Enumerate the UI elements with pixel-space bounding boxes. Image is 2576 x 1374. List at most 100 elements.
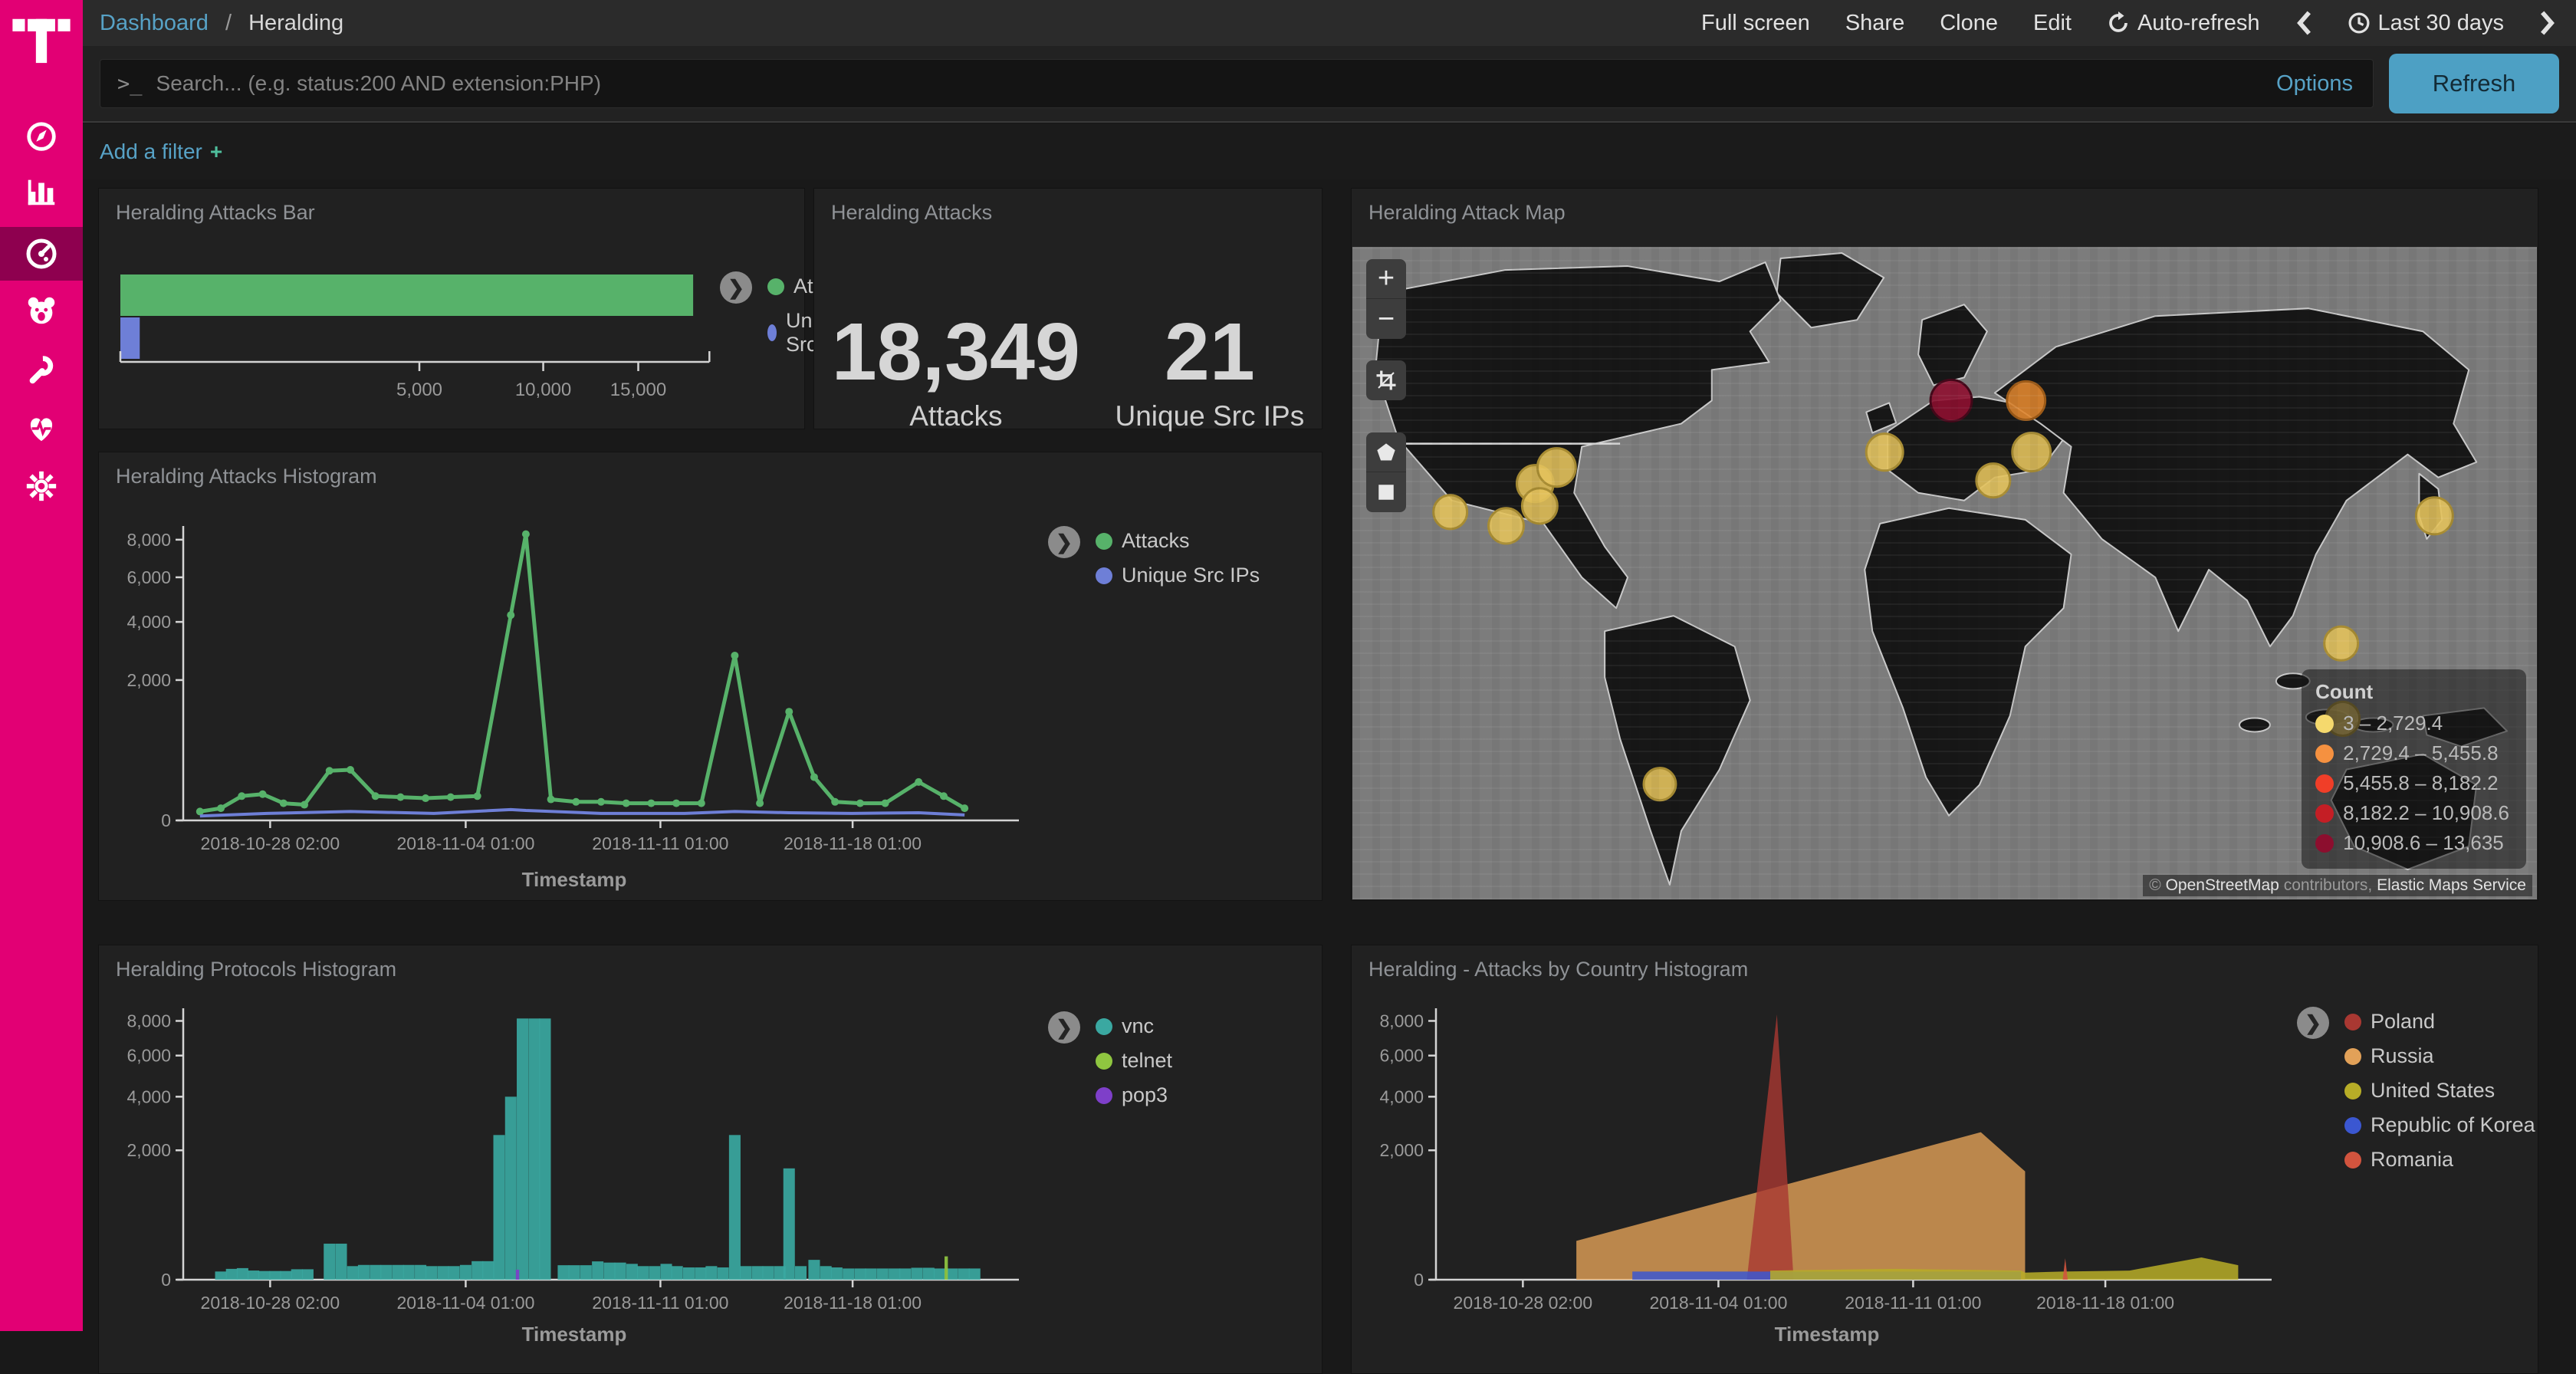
legend-item[interactable]: telnet — [1096, 1049, 1172, 1073]
svg-text:2018-10-28 02:00: 2018-10-28 02:00 — [201, 1293, 340, 1313]
clone-button[interactable]: Clone — [1940, 11, 1998, 36]
legend-color-dot — [1096, 567, 1112, 584]
legend-label: Attacks — [1122, 529, 1190, 553]
search-input[interactable] — [156, 71, 2373, 96]
legend-label: Russia — [2371, 1044, 2434, 1068]
legend-item[interactable]: vnc — [1096, 1014, 1172, 1038]
edit-button[interactable]: Edit — [2033, 11, 2072, 36]
search-box: >_ Options — [100, 59, 2374, 108]
panel-title: Heralding Attacks Bar — [99, 189, 804, 237]
full-screen-button[interactable]: Full screen — [1701, 11, 1810, 36]
metric-value: 21 — [1115, 306, 1304, 399]
x-axis-label: Timestamp — [122, 868, 1027, 892]
svg-text:6,000: 6,000 — [127, 567, 171, 587]
sidebar-item-visualize[interactable] — [0, 166, 83, 218]
sidebar-item-dashboard[interactable] — [0, 227, 83, 281]
ems-link[interactable]: Elastic Maps Service — [2377, 876, 2526, 894]
osm-link[interactable]: OpenStreetMap — [2166, 876, 2279, 894]
sidebar-item-bear[interactable] — [0, 285, 83, 337]
legend-expand-chevron-icon[interactable]: ❯ — [1048, 1011, 1080, 1044]
chevron-left-icon[interactable] — [2295, 10, 2312, 36]
legend-expand-chevron-icon[interactable]: ❯ — [720, 271, 752, 304]
time-range-picker[interactable]: Last 30 days — [2348, 11, 2504, 36]
legend-label: Romania — [2371, 1148, 2453, 1172]
legend-item[interactable]: Unique Src IPs — [1096, 564, 1260, 587]
map-zoom-controls: + − — [1366, 259, 1406, 339]
options-link[interactable]: Options — [2276, 71, 2353, 97]
auto-refresh-button[interactable]: Auto-refresh — [2107, 11, 2260, 36]
wrench-icon — [24, 352, 59, 387]
legend-item[interactable]: Russia — [2344, 1044, 2535, 1068]
map-zoom-in-button[interactable]: + — [1366, 259, 1406, 299]
map-zoom-out-button[interactable]: − — [1366, 299, 1406, 339]
legend-expand-chevron-icon[interactable]: ❯ — [1048, 526, 1080, 558]
legend-color-dot — [2344, 1048, 2361, 1065]
map-legend-label: 2,729.4 – 5,455.8 — [2343, 741, 2498, 765]
map-legend-label: 5,455.8 – 8,182.2 — [2343, 771, 2498, 795]
svg-text:8,000: 8,000 — [127, 1011, 171, 1030]
legend-label: telnet — [1122, 1049, 1172, 1073]
crop-icon[interactable] — [1366, 360, 1406, 400]
map-legend-color-dot — [2315, 834, 2334, 853]
legend-item[interactable]: Romania — [2344, 1148, 2535, 1172]
refresh-button[interactable]: Refresh — [2389, 54, 2559, 113]
app-sidebar — [0, 0, 83, 1331]
polygon-draw-icon[interactable] — [1366, 432, 1406, 472]
svg-text:4,000: 4,000 — [127, 612, 171, 632]
sidebar-item-management[interactable] — [0, 460, 83, 512]
clock-icon — [2348, 12, 2371, 35]
query-bar: >_ Options Refresh — [83, 46, 2576, 123]
legend-item[interactable]: Attacks — [1096, 529, 1260, 553]
attacks-histogram-chart[interactable]: 02,0004,0006,0008,0002018-10-28 02:00201… — [122, 514, 1027, 859]
legend-item[interactable]: Poland — [2344, 1010, 2535, 1034]
svg-text:8,000: 8,000 — [1379, 1011, 1424, 1030]
metric-label: Unique Src IPs — [1115, 400, 1304, 432]
map-legend-label: 3 – 2,729.4 — [2343, 712, 2443, 735]
legend-expand-chevron-icon[interactable]: ❯ — [2297, 1007, 2329, 1039]
attacks-bar-chart[interactable]: 5,00010,00015,000 — [117, 233, 731, 417]
sidebar-item-monitoring[interactable] — [0, 402, 83, 454]
map-legend-item: 2,729.4 – 5,455.8 — [2315, 741, 2509, 765]
legend-color-dot — [2344, 1152, 2361, 1169]
compass-icon — [24, 119, 59, 154]
panel-title: Heralding Attacks Histogram — [99, 452, 1322, 501]
chevron-right-icon[interactable] — [2539, 10, 2556, 36]
panel-attacks-bar: Heralding Attacks Bar 5,00010,00015,000 … — [98, 188, 805, 429]
share-button[interactable]: Share — [1845, 11, 1904, 36]
map-legend-item: 8,182.2 – 10,908.6 — [2315, 801, 2509, 825]
sidebar-item-discover[interactable] — [0, 110, 83, 163]
metric-attacks: 18,349 Attacks — [832, 306, 1080, 432]
legend-color-dot — [1096, 1087, 1112, 1104]
legend-item[interactable]: United States — [2344, 1079, 2535, 1103]
legend-item[interactable]: pop3 — [1096, 1083, 1172, 1107]
world-map[interactable]: + − Count 3 – 2,729.42,729.4 – 5,455.85,… — [1352, 247, 2537, 899]
svg-text:8,000: 8,000 — [127, 530, 171, 550]
panel-protocols-histogram: Heralding Protocols Histogram 02,0004,00… — [98, 945, 1322, 1374]
map-fit-control — [1366, 360, 1406, 400]
t-mobile-logo[interactable] — [0, 11, 83, 77]
map-legend-color-dot — [2315, 774, 2334, 793]
breadcrumb-dashboard-link[interactable]: Dashboard — [100, 11, 209, 35]
legend-label: Unique Src IPs — [1122, 564, 1260, 587]
svg-text:2018-11-18 01:00: 2018-11-18 01:00 — [784, 833, 922, 853]
legend-item[interactable]: Republic of Korea — [2344, 1113, 2535, 1137]
legend-label: Poland — [2371, 1010, 2435, 1034]
sidebar-item-dev-tools[interactable] — [0, 344, 83, 396]
map-legend-color-dot — [2315, 715, 2334, 733]
rectangle-draw-icon[interactable] — [1366, 472, 1406, 512]
gear-icon — [24, 468, 59, 504]
svg-text:2,000: 2,000 — [127, 1140, 171, 1160]
svg-text:2018-10-28 02:00: 2018-10-28 02:00 — [1454, 1293, 1593, 1313]
map-draw-controls — [1366, 432, 1406, 512]
svg-text:2018-11-11 01:00: 2018-11-11 01:00 — [1845, 1293, 1981, 1313]
chart-legend: ❯vnctelnetpop3 — [1096, 1014, 1172, 1118]
legend-color-dot — [1096, 533, 1112, 550]
dashboard-gauge-icon — [23, 235, 60, 272]
legend-color-dot — [1096, 1018, 1112, 1035]
svg-text:2018-11-11 01:00: 2018-11-11 01:00 — [592, 1293, 728, 1313]
legend-label: vnc — [1122, 1014, 1154, 1038]
protocols-histogram-chart[interactable]: 02,0004,0006,0008,0002018-10-28 02:00201… — [122, 996, 1027, 1318]
svg-text:5,000: 5,000 — [396, 380, 442, 400]
add-filter-button[interactable]: Add a filter+ — [100, 140, 222, 164]
country-histogram-chart[interactable]: 02,0004,0006,0008,0002018-10-28 02:00201… — [1375, 996, 2279, 1318]
